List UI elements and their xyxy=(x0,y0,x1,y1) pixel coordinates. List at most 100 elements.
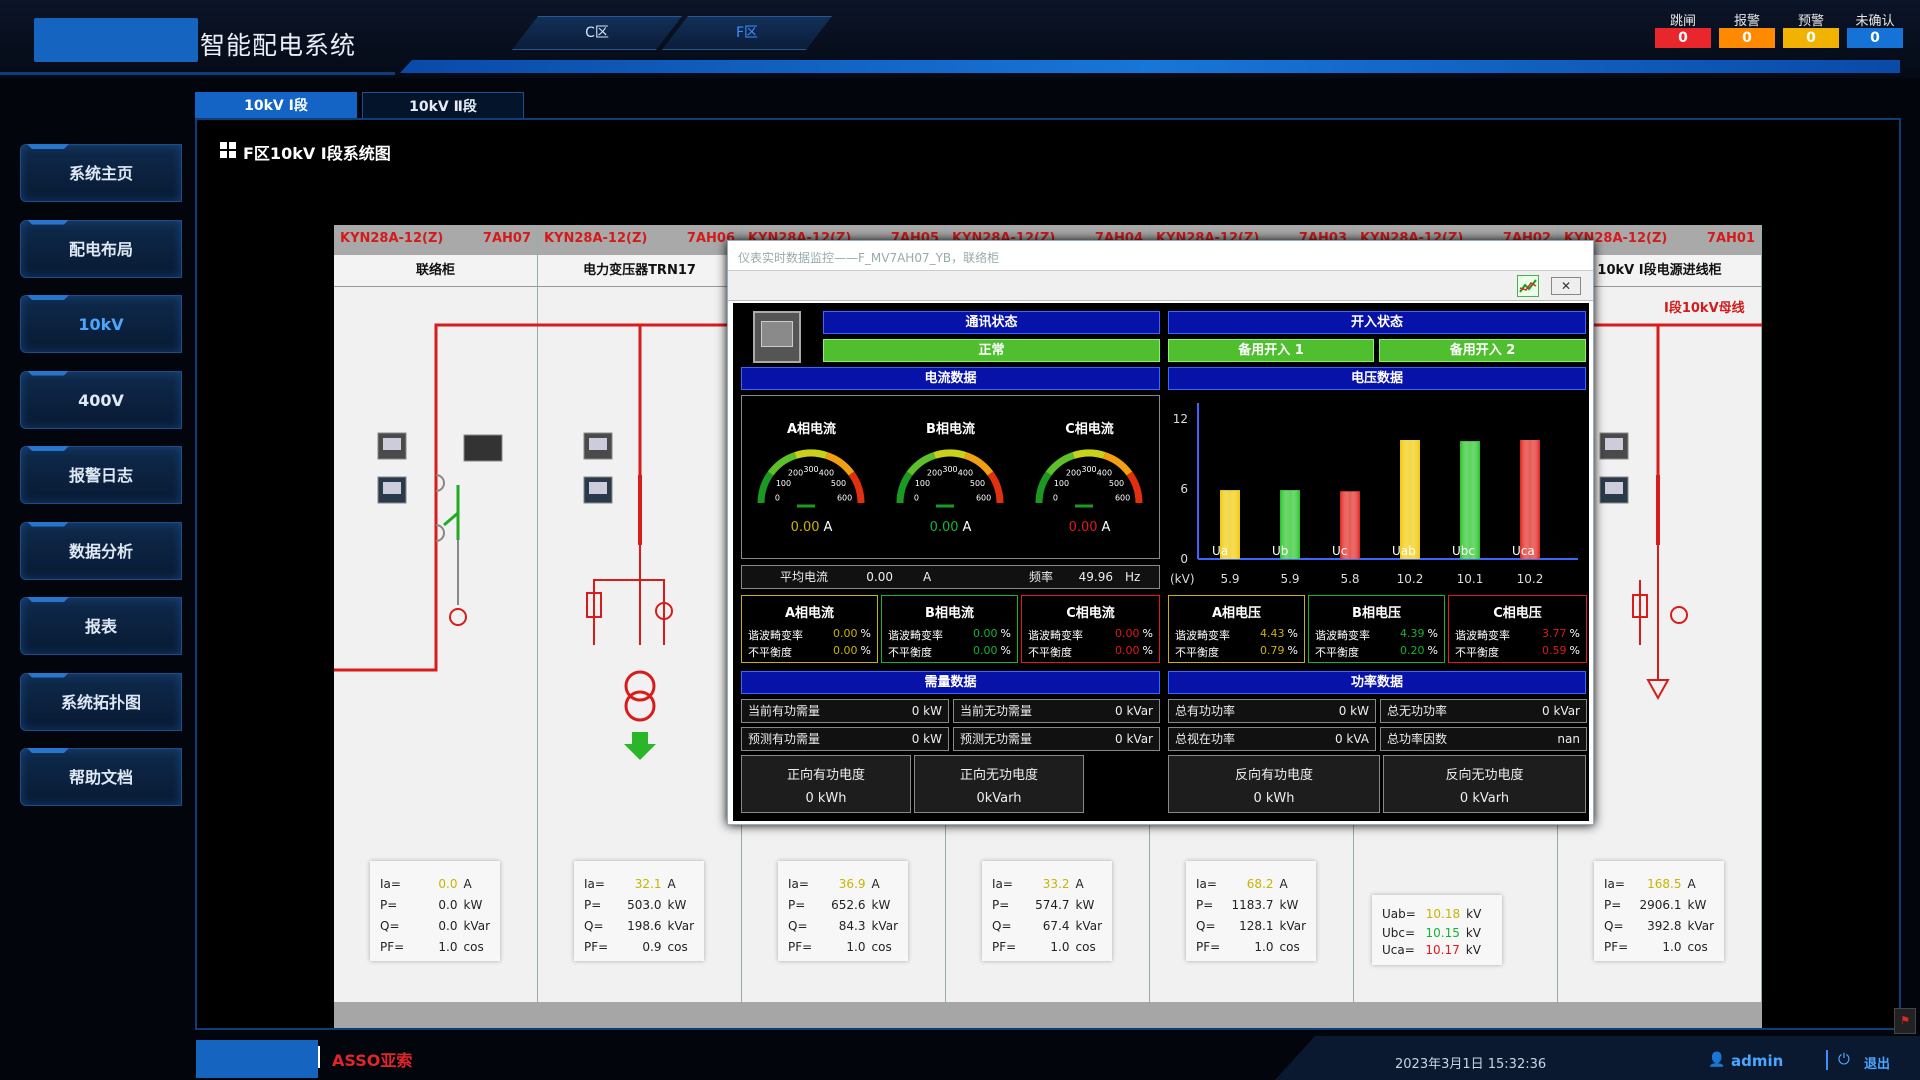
current-data-header: 电流数据 xyxy=(741,367,1160,390)
header-bar: 智能配电系统 C区 F区 跳闸 0 报警 0 预警 0 未确认 0 xyxy=(0,0,1920,78)
voltage-bar-chart: 0 6 12 (kV) Ua 5.9 Ub 5.9 Uc 5.8 Uab 10.2 Ubc 10.1 Uca… xyxy=(1170,403,1578,586)
category-label: Uc xyxy=(1332,544,1347,558)
gauge-tick: 300 xyxy=(942,465,957,474)
tab-10kv-section-2[interactable]: 10kV Ⅱ段 xyxy=(362,92,524,120)
gauge-label: C相电流 xyxy=(1065,422,1114,437)
power-data-header: 功率数据 xyxy=(1168,671,1586,694)
demand-cell-3: 预测无功需量 0 kVar xyxy=(953,727,1160,751)
trend-chart-icon[interactable] xyxy=(1517,275,1539,297)
y-tick-label: 6 xyxy=(1180,482,1188,496)
harmonic-title: B相电压 xyxy=(1352,606,1401,621)
gauge-tick: 100 xyxy=(915,479,930,488)
value-label: 5.9 xyxy=(1280,572,1299,585)
gauge-value: 0.00 A xyxy=(1068,520,1111,535)
sidebar-item-3[interactable]: 400V xyxy=(20,370,182,429)
category-label: Uca xyxy=(1512,544,1535,558)
harmonic-title: A相电流 xyxy=(784,606,835,621)
tab-zone-c[interactable]: C区 xyxy=(512,16,682,50)
relay-icon xyxy=(377,476,407,504)
harmonic-block-5: C相电压 谐波畸变率 3.77% 不平衡度 0.59% xyxy=(1448,595,1587,663)
sidebar-item-7[interactable]: 系统拓扑图 xyxy=(20,672,182,731)
voltage-chart-panel: 0 6 12 (kV) Ua 5.9 Ub 5.9 Uc 5.8 Uab 10.2 Ubc 10.1 Uca… xyxy=(1168,395,1586,586)
category-label: Ua xyxy=(1212,544,1228,558)
alarm-0[interactable]: 跳闸 0 xyxy=(1655,10,1711,48)
gauge-tick: 600 xyxy=(976,494,991,503)
flag-icon[interactable]: ⚑ xyxy=(1894,1008,1916,1034)
harmonic-title: C相电压 xyxy=(1493,606,1542,621)
sidebar-item-6[interactable]: 报表 xyxy=(20,597,182,655)
category-label: Ubc xyxy=(1452,544,1475,558)
gauge-value: 0.00 A xyxy=(929,520,972,535)
alarm-3[interactable]: 未确认 0 xyxy=(1847,10,1903,48)
alarm-label: 报警 xyxy=(1733,14,1760,29)
unb-value: 0.59 xyxy=(1542,644,1567,657)
unb-value: 0.00 xyxy=(1115,644,1140,657)
sidebar-item-4[interactable]: 报警日志 xyxy=(20,446,182,504)
sidebar-item-0[interactable]: 系统主页 xyxy=(20,144,182,202)
alarm-label: 预警 xyxy=(1797,14,1824,29)
power-icon[interactable]: ⏻ xyxy=(1838,1050,1850,1068)
alarm-count: 0 xyxy=(1719,28,1775,48)
section-title: F区10kV Ⅰ段系统图 xyxy=(243,144,391,163)
y-tick-label: 12 xyxy=(1173,412,1188,426)
controller-icon xyxy=(463,434,503,462)
gauge-2: C相电流 0 100 200 300 400 500 600 0.00 A xyxy=(1020,396,1159,556)
gauge-tick: 200 xyxy=(788,469,803,478)
tab-zone-f[interactable]: F区 xyxy=(662,16,832,50)
meter-device-icon xyxy=(753,311,801,363)
app-title: 智能配电系统 xyxy=(200,31,357,60)
tab-10kv-section-1[interactable]: 10kV Ⅰ段 xyxy=(195,92,357,120)
unb-value: 0.00 xyxy=(833,644,858,657)
category-label: Uab xyxy=(1392,544,1416,558)
energy-cell-0: 正向有功电度 0 kWh xyxy=(741,755,911,813)
gauge-tick: 0 xyxy=(914,494,919,503)
alarm-1[interactable]: 报警 0 xyxy=(1719,10,1775,48)
value-label: 10.2 xyxy=(1397,572,1424,585)
meter-icon xyxy=(1599,432,1629,460)
user-icon: 👤 xyxy=(1708,1052,1726,1068)
unb-value: 0.20 xyxy=(1400,644,1425,657)
grid-icon xyxy=(220,142,236,158)
sidebar-item-2[interactable]: 10kV xyxy=(20,295,182,353)
gauge-tick: 300 xyxy=(1081,465,1096,474)
energy-cell-2: 反向有功电度 0 kWh xyxy=(1168,755,1380,813)
demand-cell-2: 预测有功需量 0 kW xyxy=(741,727,949,751)
footer-bar: ASSO亚索 2023年3月1日 15:32:36 👤 admin ⏻ 退出 xyxy=(0,1036,1920,1080)
down-arrow-icon xyxy=(624,732,656,760)
sidebar-item-5[interactable]: 数据分析 xyxy=(20,521,182,580)
relay-icon xyxy=(583,476,613,504)
close-icon[interactable]: ✕ xyxy=(1551,277,1581,295)
gauge-tick: 500 xyxy=(831,479,846,488)
relay-icon xyxy=(1599,476,1629,504)
gauge-tick: 300 xyxy=(803,465,818,474)
unb-value: 0.00 xyxy=(973,644,998,657)
sidebar-item-1[interactable]: 配电布局 xyxy=(20,219,182,278)
gauge-tick: 400 xyxy=(958,469,973,478)
gauge-tick: 200 xyxy=(927,469,942,478)
meter-icon xyxy=(377,432,407,460)
alarm-count: 0 xyxy=(1783,28,1839,48)
value-label: 5.9 xyxy=(1220,572,1239,585)
harmonic-block-0: A相电流 谐波畸变率 0.00% 不平衡度 0.00% xyxy=(741,595,878,663)
alarm-count: 0 xyxy=(1655,28,1711,48)
demand-cell-1: 当前无功需量 0 kVar xyxy=(953,699,1160,723)
gauge-tick: 400 xyxy=(819,469,834,478)
current-gauges-panel: A相电流 0 100 200 300 400 500 600 0.00 A B相电流 0 100 200 3… xyxy=(741,395,1160,559)
sidebar-item-8[interactable]: 帮助文档 xyxy=(20,748,182,806)
harmonic-title: C相电流 xyxy=(1066,606,1115,621)
logout-button[interactable]: 退出 xyxy=(1864,1053,1890,1072)
power-cell-1: 总无功功率 0 kVar xyxy=(1380,699,1587,723)
meter-dialog: 仪表实时数据监控——F_MV7AH07_YB，联络柜 ✕ 通讯状态 正常 开入状… xyxy=(727,240,1594,825)
thd-value: 4.39 xyxy=(1400,627,1425,640)
gauge-tick: 0 xyxy=(1053,494,1058,503)
gauge-tick: 200 xyxy=(1066,469,1081,478)
alarm-2[interactable]: 预警 0 xyxy=(1783,10,1839,48)
value-label: 10.1 xyxy=(1457,572,1484,585)
bus-label: Ⅰ段10kV母线 xyxy=(1664,301,1745,316)
alarm-label: 未确认 xyxy=(1855,14,1895,29)
thd-value: 4.43 xyxy=(1260,627,1285,640)
gauge-0: A相电流 0 100 200 300 400 500 600 0.00 A xyxy=(742,396,881,556)
comm-status-header: 通讯状态 xyxy=(823,311,1160,334)
username[interactable]: admin xyxy=(1731,1052,1783,1070)
category-label: Ub xyxy=(1272,544,1288,558)
